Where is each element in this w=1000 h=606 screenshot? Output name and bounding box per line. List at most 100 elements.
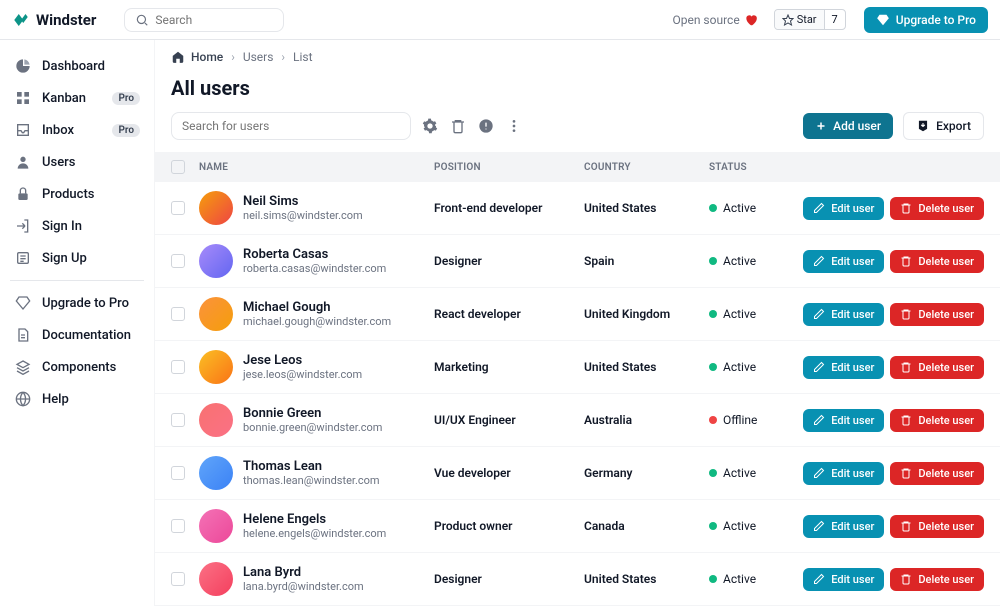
export-button[interactable]: Export — [903, 112, 984, 140]
breadcrumb: Home › Users › List — [155, 40, 1000, 74]
github-star-button[interactable]: Star 7 — [774, 9, 846, 30]
sidebar-item-upgrade-to-pro[interactable]: Upgrade to Pro — [6, 287, 148, 319]
trash-icon — [900, 520, 912, 532]
edit-user-button[interactable]: Edit user — [803, 515, 884, 538]
more-icon[interactable] — [505, 117, 523, 135]
sidebar-item-help[interactable]: Help — [6, 383, 148, 415]
th-status[interactable]: Status — [709, 162, 789, 173]
add-user-button[interactable]: Add user — [803, 113, 893, 139]
user-email: roberta.casas@windster.com — [243, 262, 386, 275]
table-row: Jese Leos jese.leos@windster.com Marketi… — [155, 341, 1000, 394]
user-email: michael.gough@windster.com — [243, 315, 391, 328]
delete-user-button[interactable]: Delete user — [890, 462, 984, 485]
user-status: Active — [709, 307, 789, 321]
home-icon — [171, 50, 185, 64]
sidebar-item-label: Inbox — [42, 123, 74, 138]
main-content: Home › Users › List All users Add user E… — [155, 40, 1000, 606]
table-row: Michael Gough michael.gough@windster.com… — [155, 288, 1000, 341]
avatar — [199, 350, 233, 384]
settings-icon[interactable] — [421, 117, 439, 135]
row-checkbox[interactable] — [171, 254, 185, 268]
user-position: UI/UX Engineer — [434, 413, 584, 427]
user-position: Front-end developer — [434, 201, 584, 215]
breadcrumb-users[interactable]: Users — [243, 50, 274, 64]
sidebar-item-label: Upgrade to Pro — [42, 296, 129, 311]
user-search[interactable] — [171, 112, 411, 140]
edit-user-button[interactable]: Edit user — [803, 568, 884, 591]
sidebar-item-sign-up[interactable]: Sign Up — [6, 242, 148, 274]
user-position: Marketing — [434, 360, 584, 374]
delete-user-button[interactable]: Delete user — [890, 409, 984, 432]
table-row: Lana Byrd lana.byrd@windster.com Designe… — [155, 553, 1000, 606]
row-checkbox[interactable] — [171, 466, 185, 480]
global-search[interactable] — [124, 8, 284, 32]
user-email: neil.sims@windster.com — [243, 209, 363, 222]
brand-logo[interactable]: Windster — [12, 11, 96, 29]
delete-user-button[interactable]: Delete user — [890, 515, 984, 538]
row-checkbox[interactable] — [171, 201, 185, 215]
alert-icon[interactable] — [477, 117, 495, 135]
sidebar-item-label: Components — [42, 360, 116, 375]
sidebar-item-components[interactable]: Components — [6, 351, 148, 383]
edit-user-button[interactable]: Edit user — [803, 356, 884, 379]
row-checkbox[interactable] — [171, 360, 185, 374]
sidebar-item-products[interactable]: Products — [6, 178, 148, 210]
edit-user-button[interactable]: Edit user — [803, 197, 884, 220]
user-name: Lana Byrd — [243, 565, 364, 580]
delete-user-button[interactable]: Delete user — [890, 568, 984, 591]
user-status: Active — [709, 572, 789, 586]
edit-icon — [813, 361, 825, 373]
trash-icon — [900, 308, 912, 320]
trash-icon — [900, 467, 912, 479]
open-source-link[interactable]: Open source — [672, 13, 757, 27]
user-country: Canada — [584, 519, 709, 533]
row-checkbox[interactable] — [171, 413, 185, 427]
row-checkbox[interactable] — [171, 519, 185, 533]
user-icon — [14, 153, 32, 171]
delete-user-button[interactable]: Delete user — [890, 356, 984, 379]
delete-user-button[interactable]: Delete user — [890, 250, 984, 273]
edit-icon — [813, 573, 825, 585]
select-all-checkbox[interactable] — [171, 160, 185, 174]
chevron-right-icon: › — [231, 50, 235, 64]
user-status: Active — [709, 254, 789, 268]
sidebar-item-label: Help — [42, 392, 69, 407]
upgrade-button[interactable]: Upgrade to Pro — [864, 7, 988, 33]
delete-user-button[interactable]: Delete user — [890, 303, 984, 326]
edit-user-button[interactable]: Edit user — [803, 303, 884, 326]
sidebar-item-label: Sign In — [42, 219, 82, 234]
avatar — [199, 244, 233, 278]
globe-icon — [14, 390, 32, 408]
sidebar-item-sign-in[interactable]: Sign In — [6, 210, 148, 242]
breadcrumb-home[interactable]: Home — [171, 50, 223, 64]
table-header: Name Position Country Status — [155, 152, 1000, 182]
sidebar-item-dashboard[interactable]: Dashboard — [6, 50, 148, 82]
user-country: United States — [584, 572, 709, 586]
trash-icon — [900, 202, 912, 214]
sidebar: Dashboard Kanban Pro Inbox Pro Users Pro… — [0, 40, 155, 606]
th-country[interactable]: Country — [584, 162, 709, 173]
edit-icon — [813, 520, 825, 532]
edit-user-button[interactable]: Edit user — [803, 409, 884, 432]
row-checkbox[interactable] — [171, 572, 185, 586]
row-checkbox[interactable] — [171, 307, 185, 321]
sidebar-item-label: Products — [42, 187, 94, 202]
sidebar-item-kanban[interactable]: Kanban Pro — [6, 82, 148, 114]
user-search-input[interactable] — [182, 119, 400, 133]
sidebar-item-label: Users — [42, 155, 75, 170]
table-row: Neil Sims neil.sims@windster.com Front-e… — [155, 182, 1000, 235]
sidebar-item-inbox[interactable]: Inbox Pro — [6, 114, 148, 146]
user-position: Designer — [434, 572, 584, 586]
logo-icon — [12, 11, 30, 29]
table-row: Roberta Casas roberta.casas@windster.com… — [155, 235, 1000, 288]
delete-user-button[interactable]: Delete user — [890, 197, 984, 220]
sidebar-item-documentation[interactable]: Documentation — [6, 319, 148, 351]
edit-user-button[interactable]: Edit user — [803, 462, 884, 485]
th-position[interactable]: Position — [434, 162, 584, 173]
th-name[interactable]: Name — [199, 162, 434, 173]
edit-user-button[interactable]: Edit user — [803, 250, 884, 273]
trash-icon[interactable] — [449, 117, 467, 135]
sidebar-item-users[interactable]: Users — [6, 146, 148, 178]
sidebar-item-label: Sign Up — [42, 251, 87, 266]
global-search-input[interactable] — [155, 13, 273, 27]
